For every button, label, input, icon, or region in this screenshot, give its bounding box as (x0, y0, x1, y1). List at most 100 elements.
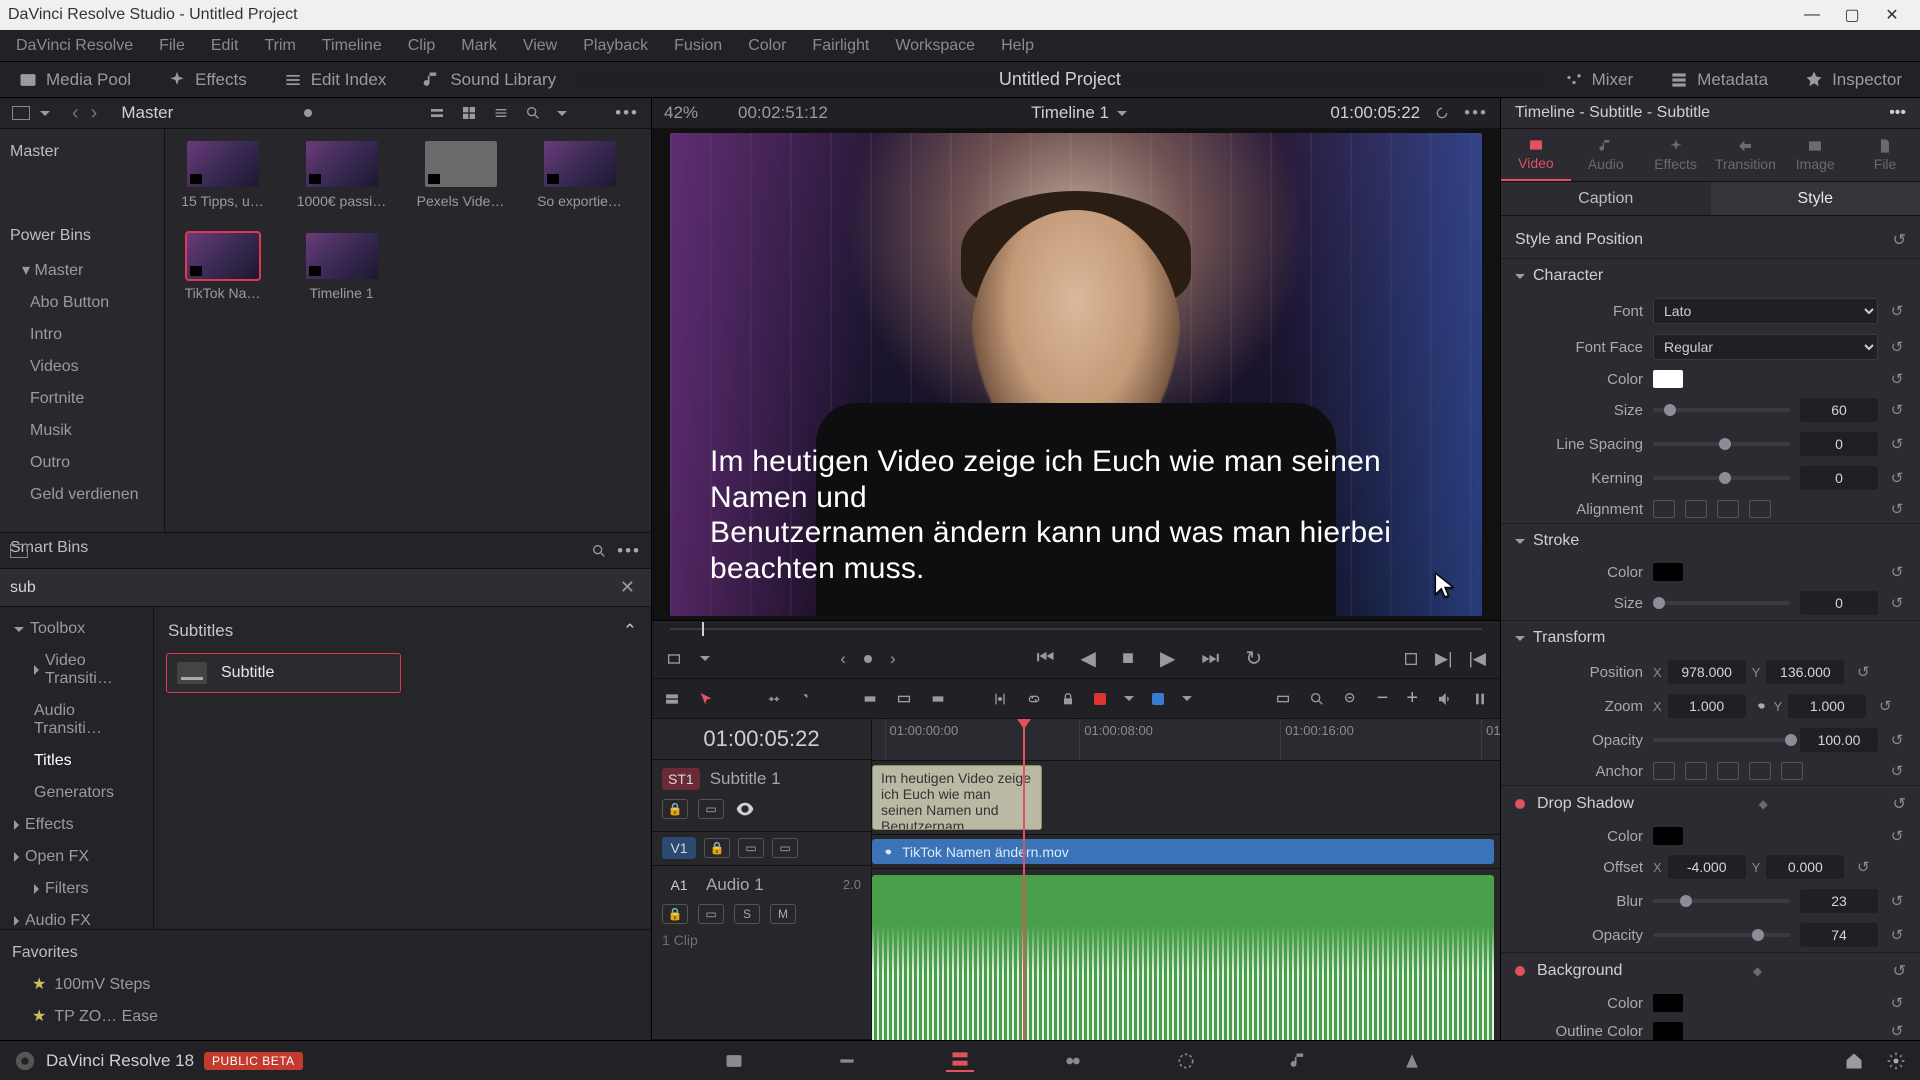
favorite-item[interactable]: ★100mV Steps (12, 968, 639, 1000)
settings-button[interactable] (1886, 1051, 1906, 1071)
kern-slider[interactable] (1653, 476, 1790, 480)
anchor-tl[interactable] (1653, 762, 1675, 780)
trim-tool-icon[interactable] (732, 691, 748, 707)
marker-menu[interactable] (1182, 696, 1192, 701)
in-out-icon[interactable] (666, 651, 682, 667)
tl-view-icon[interactable] (664, 691, 680, 707)
tab-video[interactable]: Video (1501, 129, 1571, 181)
powerbin-item[interactable]: Fortnite (0, 383, 164, 415)
timeline-menu-icon[interactable] (1117, 111, 1127, 116)
powerbin-item[interactable]: Abo Button (0, 287, 164, 319)
lock-icon[interactable] (1060, 691, 1076, 707)
character-hdr[interactable]: Character (1533, 267, 1603, 285)
inspector-more[interactable]: ••• (1889, 104, 1906, 122)
reset-icon[interactable]: ↺ (1888, 926, 1906, 944)
timeline-tracks[interactable]: 01:00:00:00 01:00:08:00 01:00:16:00 01: … (872, 719, 1500, 1040)
clip-thumb[interactable]: 15 Tipps, u… (175, 141, 270, 209)
search-icon[interactable] (591, 543, 607, 559)
subtitle-lane[interactable]: Im heutigen Video zeige ich Euch wie man… (872, 761, 1500, 835)
subtab-caption[interactable]: Caption (1501, 182, 1711, 215)
stroke-size-slider[interactable] (1653, 601, 1790, 605)
blur-slider[interactable] (1653, 899, 1790, 903)
fx-group-collapse[interactable]: ⌃ (623, 621, 637, 641)
page-media[interactable] (720, 1050, 748, 1072)
maximize-button[interactable]: ▢ (1832, 5, 1872, 25)
size-value[interactable]: 60 (1800, 398, 1878, 422)
tab-effects[interactable]: Effects (1641, 129, 1711, 181)
search-icon[interactable] (525, 105, 541, 121)
align-right[interactable] (1717, 500, 1739, 518)
dop-slider[interactable] (1653, 933, 1790, 937)
play-button[interactable]: ▶ (1160, 646, 1175, 671)
reset-icon[interactable]: ↺ (1888, 563, 1906, 581)
loop-range-icon[interactable] (1434, 105, 1450, 121)
keyframe-icon[interactable]: ◆ (1753, 964, 1762, 978)
zoom-y[interactable]: 1.000 (1788, 694, 1866, 718)
fx-audio-trans[interactable]: Audio Transiti… (0, 695, 153, 745)
reset-icon[interactable]: ↺ (1888, 731, 1906, 749)
reset-icon[interactable]: ↺ (1854, 858, 1872, 876)
inspector-toggle[interactable]: Inspector (1786, 62, 1920, 97)
tab-file[interactable]: File (1850, 129, 1920, 181)
tab-audio[interactable]: Audio (1571, 129, 1641, 181)
a-auto[interactable]: ▭ (698, 904, 724, 924)
powerbin-item[interactable]: Geld verdienen (0, 479, 164, 511)
v-lock[interactable]: 🔒 (704, 838, 730, 858)
eye-icon[interactable] (734, 798, 756, 820)
menu-view[interactable]: View (523, 37, 557, 55)
zoom-detail-icon[interactable] (1309, 691, 1325, 707)
sound-library-toggle[interactable]: Sound Library (404, 62, 574, 97)
st-lock[interactable]: 🔒 (662, 799, 688, 819)
powerbin-item[interactable]: Intro (0, 319, 164, 351)
reset-icon[interactable]: ↺ (1893, 794, 1906, 814)
in-out-menu[interactable] (700, 656, 710, 661)
reset-icon[interactable]: ↺ (1888, 338, 1906, 356)
match-prev[interactable]: ‹ (840, 649, 846, 669)
bin-view-menu[interactable] (40, 111, 50, 116)
page-color[interactable] (1172, 1050, 1200, 1072)
sort-icon[interactable] (583, 105, 599, 121)
clip-thumb[interactable]: So exportie… (532, 141, 627, 209)
clip-thumb[interactable]: 1000€ passi… (294, 141, 389, 209)
snap-icon[interactable] (992, 691, 1008, 707)
minimize-button[interactable]: — (1792, 6, 1832, 24)
drop-enable-led[interactable] (1515, 799, 1525, 809)
thumb-view-icon[interactable] (461, 105, 477, 121)
nav-back[interactable]: ‹ (72, 102, 79, 125)
timeline-ruler[interactable]: 01:00:00:00 01:00:08:00 01:00:16:00 01: (872, 719, 1500, 761)
page-deliver[interactable] (1398, 1050, 1426, 1072)
menu-timeline[interactable]: Timeline (322, 37, 382, 55)
bin-view-toggle[interactable] (12, 106, 30, 120)
fx-generators[interactable]: Generators (0, 777, 153, 809)
fx-effects[interactable]: Effects (0, 809, 153, 841)
audio-lane[interactable] (872, 869, 1500, 1040)
mark-in[interactable]: ▶| (1435, 649, 1453, 669)
reset-icon[interactable]: ↺ (1888, 762, 1906, 780)
offset-x[interactable]: -4.000 (1668, 855, 1746, 879)
menu-fairlight[interactable]: Fairlight (812, 37, 869, 55)
drop-hdr[interactable]: Drop Shadow (1537, 795, 1634, 813)
fx-tile-subtitle[interactable]: Subtitle (166, 653, 401, 693)
effects-toggle[interactable]: Effects (149, 62, 265, 97)
page-edit[interactable] (946, 1050, 974, 1072)
menu-trim[interactable]: Trim (264, 37, 295, 55)
stroke-hdr[interactable]: Stroke (1533, 532, 1579, 550)
keyframe-icon[interactable]: ◆ (1759, 797, 1768, 811)
menu-fusion[interactable]: Fusion (674, 37, 722, 55)
fx-search-clear[interactable]: ✕ (614, 577, 641, 598)
font-select[interactable]: Lato (1653, 298, 1878, 324)
bg-enable-led[interactable] (1515, 966, 1525, 976)
zoom-x[interactable]: 1.000 (1668, 694, 1746, 718)
page-cut[interactable] (833, 1050, 861, 1072)
opacity-value[interactable]: 100.00 (1800, 728, 1878, 752)
bg-hdr[interactable]: Background (1537, 962, 1622, 980)
v-enable[interactable]: ▭ (772, 838, 798, 858)
bin-master[interactable]: Master (0, 135, 164, 169)
reset-icon[interactable]: ↺ (1854, 663, 1872, 681)
page-fairlight[interactable] (1285, 1050, 1313, 1072)
anchor-mc[interactable] (1781, 762, 1803, 780)
zoom-custom-icon[interactable] (1343, 691, 1359, 707)
reset-icon[interactable]: ↺ (1888, 435, 1906, 453)
offset-y[interactable]: 0.000 (1766, 855, 1844, 879)
align-justify[interactable] (1749, 500, 1771, 518)
